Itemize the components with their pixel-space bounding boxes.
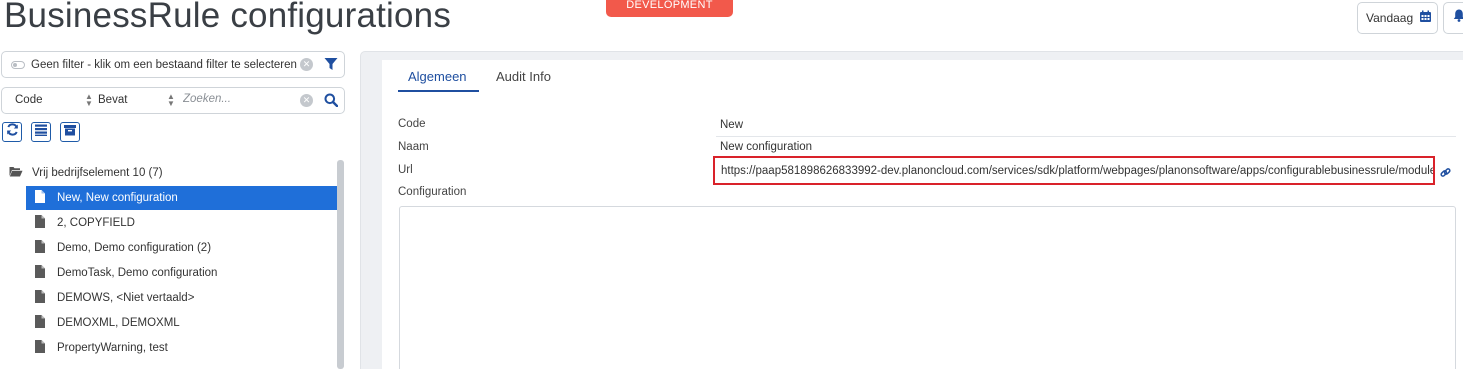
document-icon — [35, 265, 45, 281]
tab-algemeen[interactable]: Algemeen — [408, 69, 467, 84]
tree-item[interactable]: Demo, Demo configuration (2) — [26, 236, 337, 260]
calendar-icon — [1419, 10, 1432, 26]
tab-audit-info[interactable]: Audit Info — [496, 69, 551, 84]
naam-label: Naam — [398, 141, 429, 153]
filter-text: Geen filter - klik om een bestaand filte… — [31, 58, 297, 71]
funnel-icon[interactable] — [324, 57, 338, 74]
document-icon — [35, 240, 45, 256]
url-value: https://paap581898626833992-dev.planoncl… — [721, 165, 1435, 177]
field-divider — [716, 136, 1456, 137]
archive-icon — [64, 123, 76, 141]
tree-item-label: Demo, Demo configuration (2) — [57, 242, 212, 254]
naam-field[interactable]: New configuration — [720, 141, 812, 153]
tree-item-label: 2, COPYFIELD — [57, 217, 135, 229]
active-tab-indicator — [398, 90, 479, 92]
sort-arrows-icon: ▲ ▼ — [85, 92, 93, 108]
today-label: Vandaag — [1366, 11, 1414, 25]
tree-item[interactable]: New, New configuration — [26, 186, 337, 210]
folder-open-icon — [9, 166, 23, 180]
search-operator-select[interactable]: Bevat — [98, 94, 127, 106]
tree-item[interactable]: DemoTask, Demo configuration — [26, 261, 337, 285]
list-icon — [35, 123, 47, 141]
tree-item-label: New, New configuration — [57, 192, 178, 204]
tree-root-label: Vrij bedrijfselement 10 (7) — [32, 167, 163, 179]
url-field[interactable]: https://paap581898626833992-dev.planoncl… — [713, 156, 1435, 185]
clear-filter-icon[interactable]: ✕ — [300, 58, 313, 71]
configuration-label: Configuration — [398, 186, 467, 198]
document-icon — [35, 340, 45, 356]
bell-icon — [1453, 9, 1463, 27]
url-label: Url — [398, 164, 413, 176]
refresh-button[interactable] — [2, 122, 22, 142]
tree-item[interactable]: PropertyWarning, test — [26, 336, 337, 360]
link-icon[interactable] — [1440, 165, 1451, 183]
today-button[interactable]: Vandaag — [1357, 2, 1438, 34]
clear-search-icon[interactable]: ✕ — [300, 94, 313, 107]
tree-item-label: DEMOWS, <Niet vertaald> — [57, 292, 195, 304]
environment-badge: DEVELOPMENT — [606, 0, 733, 17]
sort-arrows-icon: ▲ ▼ — [167, 92, 175, 108]
page-title: BusinessRule configurations — [4, 0, 452, 35]
search-bar: Code ▲▼ Bevat ▲▼ ✕ — [1, 87, 345, 114]
tree-item-label: PropertyWarning, test — [57, 342, 168, 354]
filter-selector[interactable]: Geen filter - klik om een bestaand filte… — [1, 51, 345, 78]
configuration-textarea[interactable] — [399, 206, 1456, 369]
refresh-icon — [6, 123, 19, 141]
document-icon — [35, 215, 45, 231]
tree-item[interactable]: DEMOXML, DEMOXML — [26, 311, 337, 335]
tree-item[interactable]: DEMOWS, <Niet vertaald> — [26, 286, 337, 310]
search-icon[interactable] — [324, 93, 339, 110]
search-field-select[interactable]: Code — [15, 94, 43, 106]
tree-scrollbar[interactable] — [337, 160, 344, 369]
tree-item-label: DEMOXML, DEMOXML — [57, 317, 180, 329]
code-field[interactable]: New — [720, 119, 743, 131]
filter-toggle-icon[interactable] — [11, 60, 25, 69]
list-view-button[interactable] — [31, 122, 51, 142]
tree-item-label: DemoTask, Demo configuration — [57, 267, 218, 279]
tree-item[interactable]: 2, COPYFIELD — [26, 211, 337, 235]
archive-button[interactable] — [60, 122, 80, 142]
search-input[interactable] — [183, 93, 293, 105]
tree-root-node[interactable]: Vrij bedrijfselement 10 (7) — [9, 166, 163, 180]
code-label: Code — [398, 118, 426, 130]
notifications-button[interactable] — [1443, 2, 1463, 34]
document-icon — [35, 190, 45, 206]
document-icon — [35, 290, 45, 306]
document-icon — [35, 315, 45, 331]
